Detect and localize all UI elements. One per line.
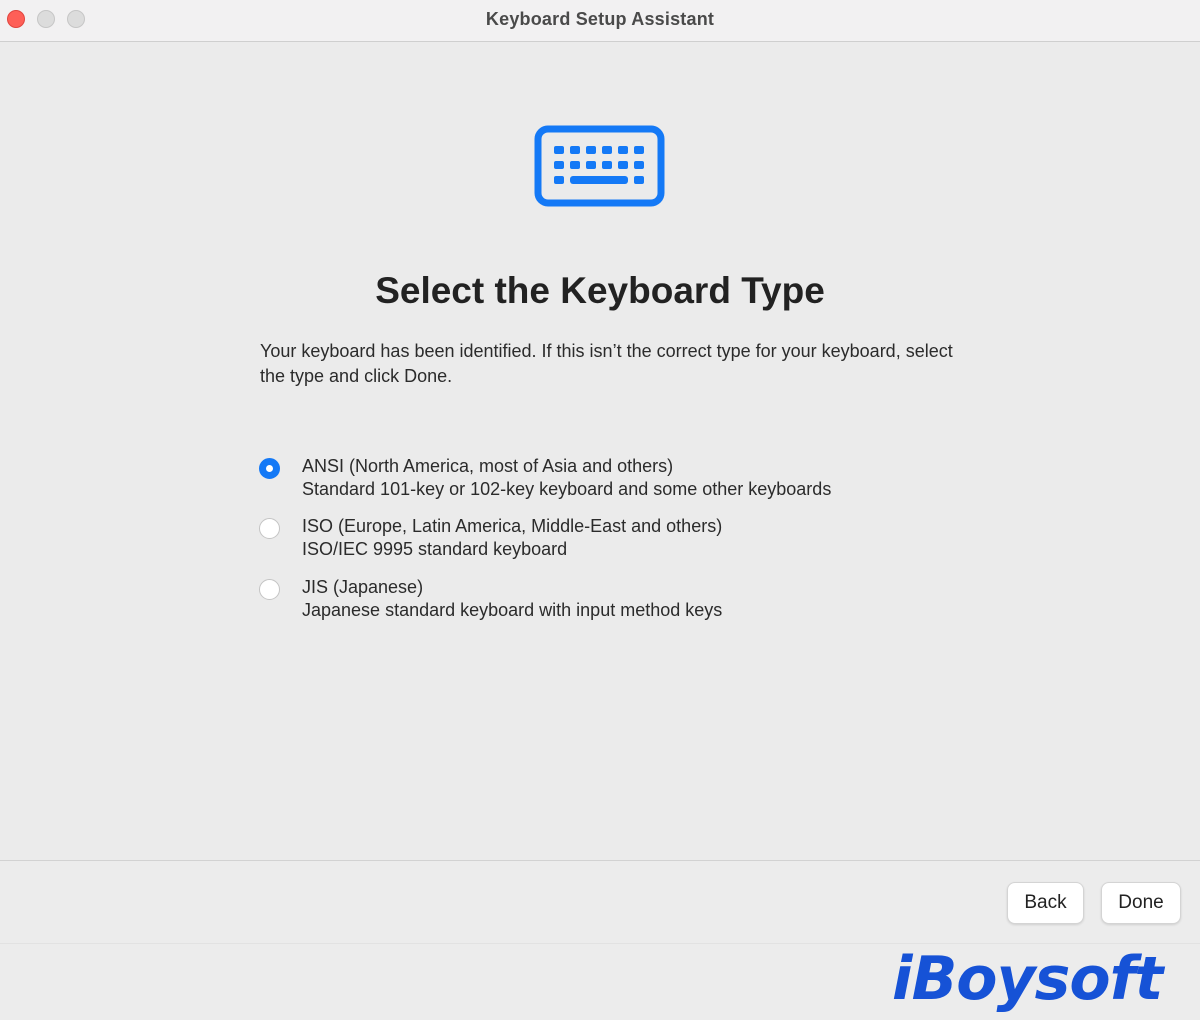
back-button[interactable]: Back — [1007, 882, 1084, 924]
option-ansi-description: Standard 101-key or 102-key keyboard and… — [302, 479, 832, 499]
option-jis-title: JIS (Japanese) — [302, 577, 424, 597]
option-iso-description: ISO/IEC 9995 standard keyboard — [302, 539, 568, 559]
option-ansi-title: ANSI (North America, most of Asia and ot… — [302, 456, 674, 476]
radio-iso[interactable] — [259, 518, 280, 539]
iboysoft-watermark: iBoysoft — [892, 944, 1163, 1014]
keyboard-icon — [534, 125, 665, 207]
option-iso[interactable]: ISO (Europe, Latin America, Middle-East … — [259, 515, 979, 563]
radio-ansi[interactable] — [259, 458, 280, 479]
option-jis[interactable]: JIS (Japanese) Japanese standard keyboar… — [259, 576, 979, 624]
option-jis-description: Japanese standard keyboard with input me… — [302, 600, 723, 620]
done-button[interactable]: Done — [1101, 882, 1181, 924]
footer-bar: Back Done — [0, 861, 1200, 943]
option-ansi[interactable]: ANSI (North America, most of Asia and ot… — [259, 455, 979, 503]
intro-text: Your keyboard has been identified. If th… — [260, 341, 953, 386]
title-bar: Keyboard Setup Assistant — [0, 0, 1200, 42]
option-iso-title: ISO (Europe, Latin America, Middle-East … — [302, 516, 723, 536]
radio-jis[interactable] — [259, 579, 280, 600]
page-title: Select the Keyboard Type — [375, 270, 825, 311]
window-title: Keyboard Setup Assistant — [485, 9, 715, 29]
